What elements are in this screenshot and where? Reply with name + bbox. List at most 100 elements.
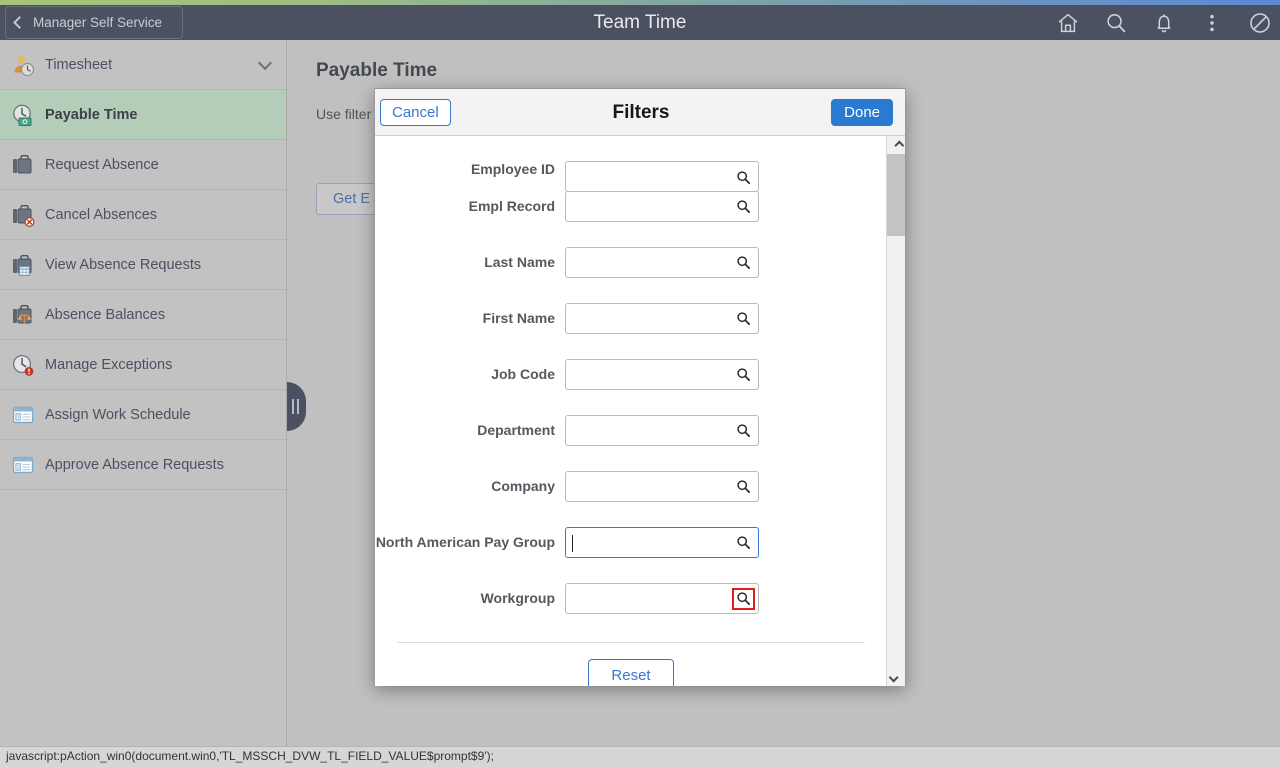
search-lookup-icon[interactable] <box>732 252 755 274</box>
window-panel-icon <box>12 456 34 473</box>
search-lookup-icon[interactable] <box>732 532 755 554</box>
page-title: Payable Time <box>316 60 438 81</box>
sidebar-item-label: View Absence Requests <box>45 256 202 273</box>
reset-button[interactable]: Reset <box>588 659 674 686</box>
employee-id-field[interactable] <box>565 161 759 192</box>
sidebar-item-label: Request Absence <box>45 156 159 173</box>
filters-modal-header: Cancel Filters Done <box>375 89 905 136</box>
actions-kebab-icon[interactable] <box>1200 11 1224 35</box>
search-lookup-icon[interactable] <box>732 420 755 442</box>
scroll-up-arrow-icon[interactable] <box>887 136 905 154</box>
sidebar-item-label: Cancel Absences <box>45 206 158 223</box>
back-to-manager-self-service-button[interactable]: Manager Self Service <box>5 6 183 39</box>
sidebar-item-label: Absence Balances <box>45 306 166 323</box>
field-row-last-name: Last Name <box>375 234 887 290</box>
field-row-north-american-pay-group: North American Pay Group <box>375 514 887 570</box>
field-label: Employee ID <box>470 161 555 177</box>
sidebar-item-request-absence[interactable]: Request Absence <box>0 140 286 190</box>
search-lookup-icon[interactable] <box>732 364 755 386</box>
field-label: Workgroup <box>480 589 555 606</box>
search-lookup-icon[interactable] <box>732 476 755 498</box>
search-icon[interactable] <box>1104 11 1128 35</box>
sidebar-item-absence-balances[interactable]: Absence Balances <box>0 290 286 340</box>
home-icon[interactable] <box>1056 11 1080 35</box>
last-name-input[interactable] <box>566 247 726 277</box>
sidebar-item-assign-work-schedule[interactable]: Assign Work Schedule <box>0 390 286 440</box>
search-lookup-icon[interactable] <box>732 308 755 330</box>
first-name-input[interactable] <box>566 303 726 333</box>
cancel-button[interactable]: Cancel <box>380 99 451 126</box>
first-name-field[interactable] <box>565 302 759 334</box>
briefcase-calendar-icon <box>13 254 32 276</box>
company-field[interactable] <box>565 470 759 502</box>
chevron-left-icon <box>13 16 26 29</box>
sidebar-item-payable-time[interactable]: Payable Time <box>0 90 286 140</box>
sidebar-item-manage-exceptions[interactable]: Manage Exceptions <box>0 340 286 390</box>
employee-id-input[interactable] <box>566 162 726 191</box>
filters-form: Employee ID Empl Record Last Name First … <box>375 136 887 686</box>
briefcase-cancel-icon <box>13 204 35 227</box>
scrollbar-track[interactable] <box>887 154 905 668</box>
briefcase-icon <box>13 154 32 173</box>
empl-record-field[interactable] <box>565 190 759 222</box>
search-lookup-icon[interactable] <box>732 166 755 188</box>
sidebar-item-label: Payable Time <box>45 106 138 123</box>
window-panel-icon <box>12 406 34 423</box>
top-accent-strip <box>0 0 1280 5</box>
sidebar-item-label: Assign Work Schedule <box>45 406 191 423</box>
modal-scrollbar[interactable] <box>886 136 905 686</box>
chevron-down-icon[interactable] <box>257 55 273 70</box>
form-divider <box>397 642 865 643</box>
filters-modal-body: Employee ID Empl Record Last Name First … <box>375 136 905 686</box>
navbar-compass-icon[interactable] <box>1248 11 1272 35</box>
person-clock-icon <box>14 55 35 76</box>
field-label: Empl Record <box>468 197 555 214</box>
field-row-company: Company <box>375 458 887 514</box>
field-row-department: Department <box>375 402 887 458</box>
field-row-first-name: First Name <box>375 290 887 346</box>
sidebar-item-label: Approve Absence Requests <box>45 456 224 473</box>
scroll-down-arrow-icon[interactable] <box>887 668 905 686</box>
search-lookup-icon[interactable] <box>732 196 755 218</box>
sidebar-item-approve-absence-requests[interactable]: Approve Absence Requests <box>0 440 286 490</box>
sidebar-item-label: Manage Exceptions <box>45 356 173 373</box>
empl-record-input[interactable] <box>566 191 726 221</box>
clock-money-icon <box>13 104 32 126</box>
clock-alert-icon <box>12 354 34 376</box>
last-name-field[interactable] <box>565 246 759 278</box>
field-label: First Name <box>482 309 555 326</box>
handle-bar-right <box>297 399 299 414</box>
filters-modal-title: Filters <box>612 102 670 123</box>
sidebar-empty-space <box>0 490 286 750</box>
reset-button-row: Reset <box>375 659 887 686</box>
search-lookup-icon[interactable] <box>732 587 755 610</box>
company-input[interactable] <box>566 471 726 501</box>
job-code-field[interactable] <box>565 358 759 390</box>
department-input[interactable] <box>566 415 726 445</box>
done-button[interactable]: Done <box>831 99 893 126</box>
handle-bar-left <box>292 399 294 414</box>
sidebar-item-view-absence-requests[interactable]: View Absence Requests <box>0 240 286 290</box>
app-header: Manager Self Service Team Time <box>0 5 1280 40</box>
field-label: Department <box>477 421 555 438</box>
department-field[interactable] <box>565 414 759 446</box>
workgroup-input[interactable] <box>566 583 726 613</box>
field-label: North American Pay Group <box>375 533 555 550</box>
field-label: Job Code <box>491 365 555 382</box>
north-american-pay-group-field[interactable] <box>565 526 759 558</box>
left-navigation-sidebar: Timesheet Payable Time Request Absence C… <box>0 40 287 768</box>
status-bar-text: javascript:pAction_win0(document.win0,'T… <box>6 749 494 763</box>
job-code-input[interactable] <box>566 359 726 389</box>
briefcase-balance-icon <box>13 304 32 324</box>
field-row-job-code: Job Code <box>375 346 887 402</box>
sidebar-item-timesheet[interactable]: Timesheet <box>0 40 286 90</box>
back-button-label: Manager Self Service <box>33 15 163 30</box>
workgroup-field[interactable] <box>565 582 759 614</box>
header-icon-group <box>1056 5 1272 40</box>
sidebar-item-cancel-absences[interactable]: Cancel Absences <box>0 190 286 240</box>
north-american-pay-group-input[interactable] <box>566 527 726 557</box>
field-label: Company <box>491 477 555 494</box>
notifications-bell-icon[interactable] <box>1152 11 1176 35</box>
app-root: Manager Self Service Team Time Timesheet… <box>0 0 1280 768</box>
scrollbar-thumb[interactable] <box>887 154 905 236</box>
